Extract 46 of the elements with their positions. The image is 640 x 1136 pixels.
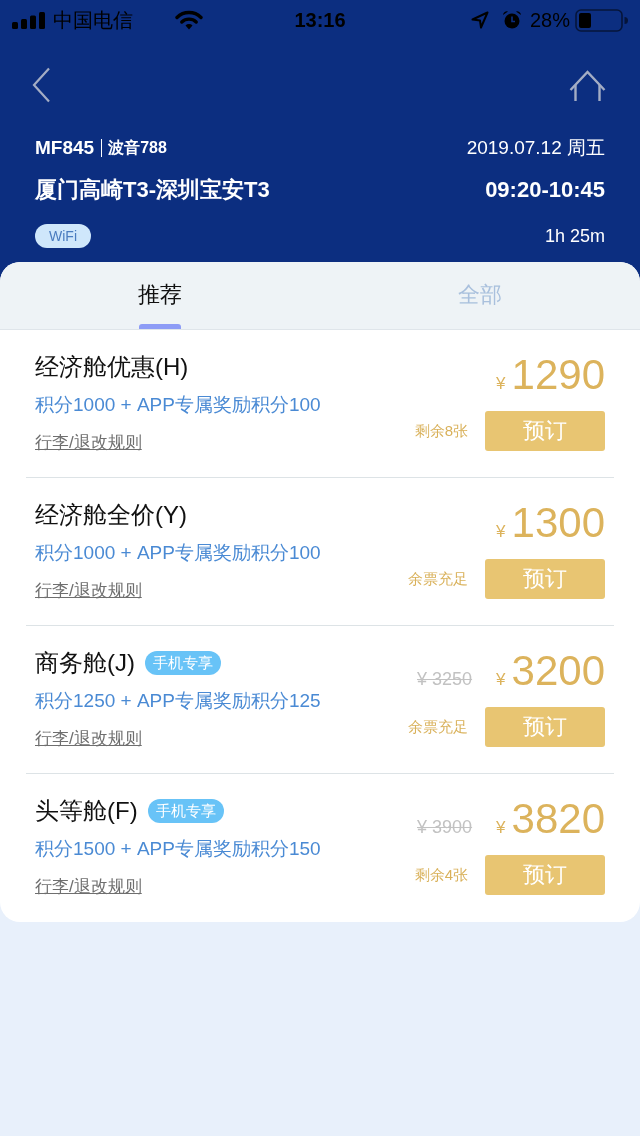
rules-link[interactable]: 行李/退改规则 [35,431,142,455]
carrier-name: 中国电信 [53,8,133,32]
points-info: 积分1000 + APP专属奖励积分100 [35,393,321,417]
points-info: 积分1500 + APP专属奖励积分150 [35,837,321,861]
original-price: ¥ 3250 [417,668,473,691]
mobile-exclusive-tag: 手机专享 [145,651,221,675]
fare-price: 1290 [511,352,605,398]
wifi-icon [175,10,203,30]
ticket-availability: 余票充足 [408,717,468,737]
aircraft-type: 波音788 [101,139,167,157]
cabin-name: 商务舱(J) [35,648,135,678]
location-arrow-icon [470,11,489,29]
amenity-tag: WiFi [35,224,91,248]
rules-link[interactable]: 行李/退改规则 [35,727,142,751]
flight-route: 厦门高崎T3-深圳宝安T3 [35,176,270,204]
fare-price: 3820 [511,796,605,842]
signal-icon [12,11,45,29]
alarm-clock-icon [501,10,522,30]
clock-time: 13:16 [294,8,346,32]
ticket-availability: 剩余4张 [414,865,468,885]
currency-symbol: ¥ [496,521,506,543]
rules-link[interactable]: 行李/退改规则 [35,579,142,603]
currency-symbol: ¥ [496,669,506,691]
cabin-name: 经济舱优惠(H) [35,352,189,382]
rules-link[interactable]: 行李/退改规则 [35,875,142,899]
mobile-exclusive-tag: 手机专享 [147,799,224,823]
points-info: 积分1250 + APP专属奖励积分125 [35,689,321,713]
currency-symbol: ¥ [496,373,506,395]
flight-times: 09:20-10:45 [485,176,605,204]
currency-symbol: ¥ [496,817,506,839]
ticket-availability: 余票充足 [408,569,468,589]
tab[interactable]: 推荐 [0,262,320,330]
battery-percent: 28% [529,8,570,32]
ticket-availability: 剩余8张 [414,421,468,441]
home-icon[interactable] [569,69,606,101]
flight-duration: 1h 25m [544,225,605,248]
flight-date: 2019.07.12 周五 [466,136,605,160]
points-info: 积分1000 + APP专属奖励积分100 [35,541,321,565]
cabin-name: 头等舱(F) [35,796,138,826]
back-icon[interactable] [32,67,51,103]
battery-icon [575,8,628,32]
cabin-name: 经济舱全价(Y) [35,500,187,530]
original-price: ¥ 3900 [417,816,473,839]
flight-number: MF845 [35,136,95,160]
fare-price: 3200 [511,648,605,694]
fare-price: 1300 [511,500,605,546]
